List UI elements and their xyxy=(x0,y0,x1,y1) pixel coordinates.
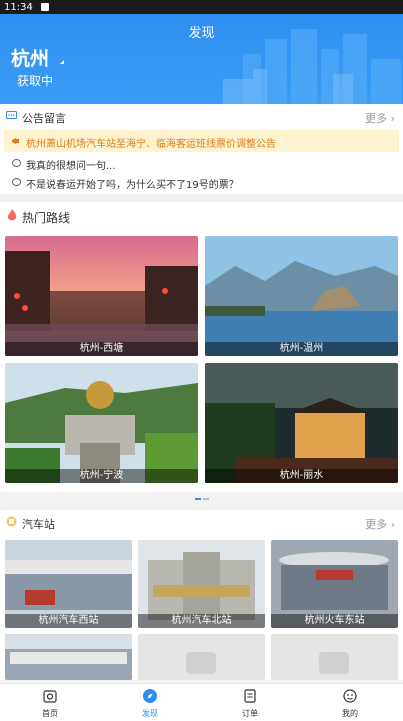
order-list-icon xyxy=(244,689,256,703)
message-item[interactable]: 不是说春运开始了吗，为什么买不了19号的票？ xyxy=(26,176,239,191)
station-card[interactable]: 杭州汽车北站 xyxy=(138,540,265,628)
header: 发现 杭州 获取中 xyxy=(0,14,403,104)
tab-label: 订单 xyxy=(242,709,258,718)
bottom-tab-bar: 首页 发现 订单 我的 xyxy=(0,683,403,721)
sim-icon xyxy=(40,3,49,11)
tab-home[interactable]: 首页 xyxy=(0,684,100,721)
message-icon xyxy=(6,111,17,119)
announcement-text: 杭州萧山机场汽车站至海宁、临海客运班线票价调整公告 xyxy=(26,139,276,150)
image-placeholder-icon xyxy=(319,652,349,674)
status-time: 11:34 xyxy=(4,1,33,13)
station-name: 杭州火车东站 xyxy=(271,614,398,628)
tab-label: 我的 xyxy=(342,709,358,718)
carousel-dot-active xyxy=(194,498,201,500)
stations-more-label: 更多 xyxy=(365,518,388,531)
route-name: 杭州-西塘 xyxy=(5,342,198,356)
route-card[interactable]: 杭州-宁波 xyxy=(5,363,198,483)
carousel-indicator xyxy=(0,485,403,504)
megaphone-icon xyxy=(12,138,19,144)
route-card[interactable]: 杭州-丽水 xyxy=(205,363,398,483)
route-image-xitang xyxy=(5,236,198,356)
notice-section: 公告留言 更多 › 杭州萧山机场汽车站至海宁、临海客运班线票价调整公告 我真的很… xyxy=(0,104,403,194)
stations-more-link[interactable]: 更多 › xyxy=(365,516,395,532)
carousel-dot xyxy=(202,498,209,500)
city-selector[interactable]: 杭州 xyxy=(11,44,49,71)
station-card-placeholder[interactable] xyxy=(271,634,398,680)
stations-title: 汽车站 xyxy=(22,518,55,531)
route-name: 杭州-温州 xyxy=(205,342,398,356)
route-name: 杭州-宁波 xyxy=(5,469,198,483)
station-card[interactable] xyxy=(5,634,132,680)
compass-icon xyxy=(143,689,157,703)
route-card[interactable]: 杭州-温州 xyxy=(205,236,398,356)
route-image-lishui xyxy=(205,363,398,483)
message-item[interactable]: 我真的很想问一句... xyxy=(26,157,116,172)
flame-icon xyxy=(7,209,17,221)
route-image-ningbo xyxy=(5,363,198,483)
location-status: 获取中 xyxy=(17,74,54,88)
image-placeholder-icon xyxy=(186,652,216,674)
tab-discover[interactable]: 发现 xyxy=(100,684,200,721)
notice-title: 公告留言 xyxy=(22,112,66,125)
city-dropdown-icon[interactable] xyxy=(60,60,64,64)
status-bar: 11:34 xyxy=(0,0,403,14)
route-name: 杭州-丽水 xyxy=(205,469,398,483)
stations-header: 汽车站 更多 › xyxy=(0,510,403,534)
home-icon xyxy=(43,690,57,703)
profile-icon xyxy=(343,689,357,703)
page-title: 发现 xyxy=(188,26,215,41)
hot-routes-title: 热门路线 xyxy=(22,211,71,225)
tab-mine[interactable]: 我的 xyxy=(300,684,400,721)
tab-label: 首页 xyxy=(42,709,58,718)
notice-more-link[interactable]: 更多 › xyxy=(365,110,395,126)
notice-header: 公告留言 更多 › xyxy=(0,104,403,128)
station-name: 杭州汽车北站 xyxy=(138,614,265,628)
chat-icon xyxy=(12,178,21,186)
route-card[interactable]: 杭州-西塘 xyxy=(5,236,198,356)
hot-routes-header: 热门路线 xyxy=(0,202,403,226)
route-image-wenzhou xyxy=(205,236,398,356)
station-card[interactable]: 杭州汽车西站 xyxy=(5,540,132,628)
tab-orders[interactable]: 订单 xyxy=(200,684,300,721)
notice-more-label: 更多 xyxy=(365,112,388,125)
announcement-banner[interactable]: 杭州萧山机场汽车站至海宁、临海客运班线票价调整公告 xyxy=(4,130,399,152)
bus-station-icon xyxy=(6,516,17,527)
chat-icon xyxy=(12,159,21,167)
tab-label: 发现 xyxy=(142,709,158,718)
station-card[interactable]: 杭州火车东站 xyxy=(271,540,398,628)
station-name: 杭州汽车西站 xyxy=(5,614,132,628)
station-card-placeholder[interactable] xyxy=(138,634,265,680)
station-image-central xyxy=(5,634,132,680)
